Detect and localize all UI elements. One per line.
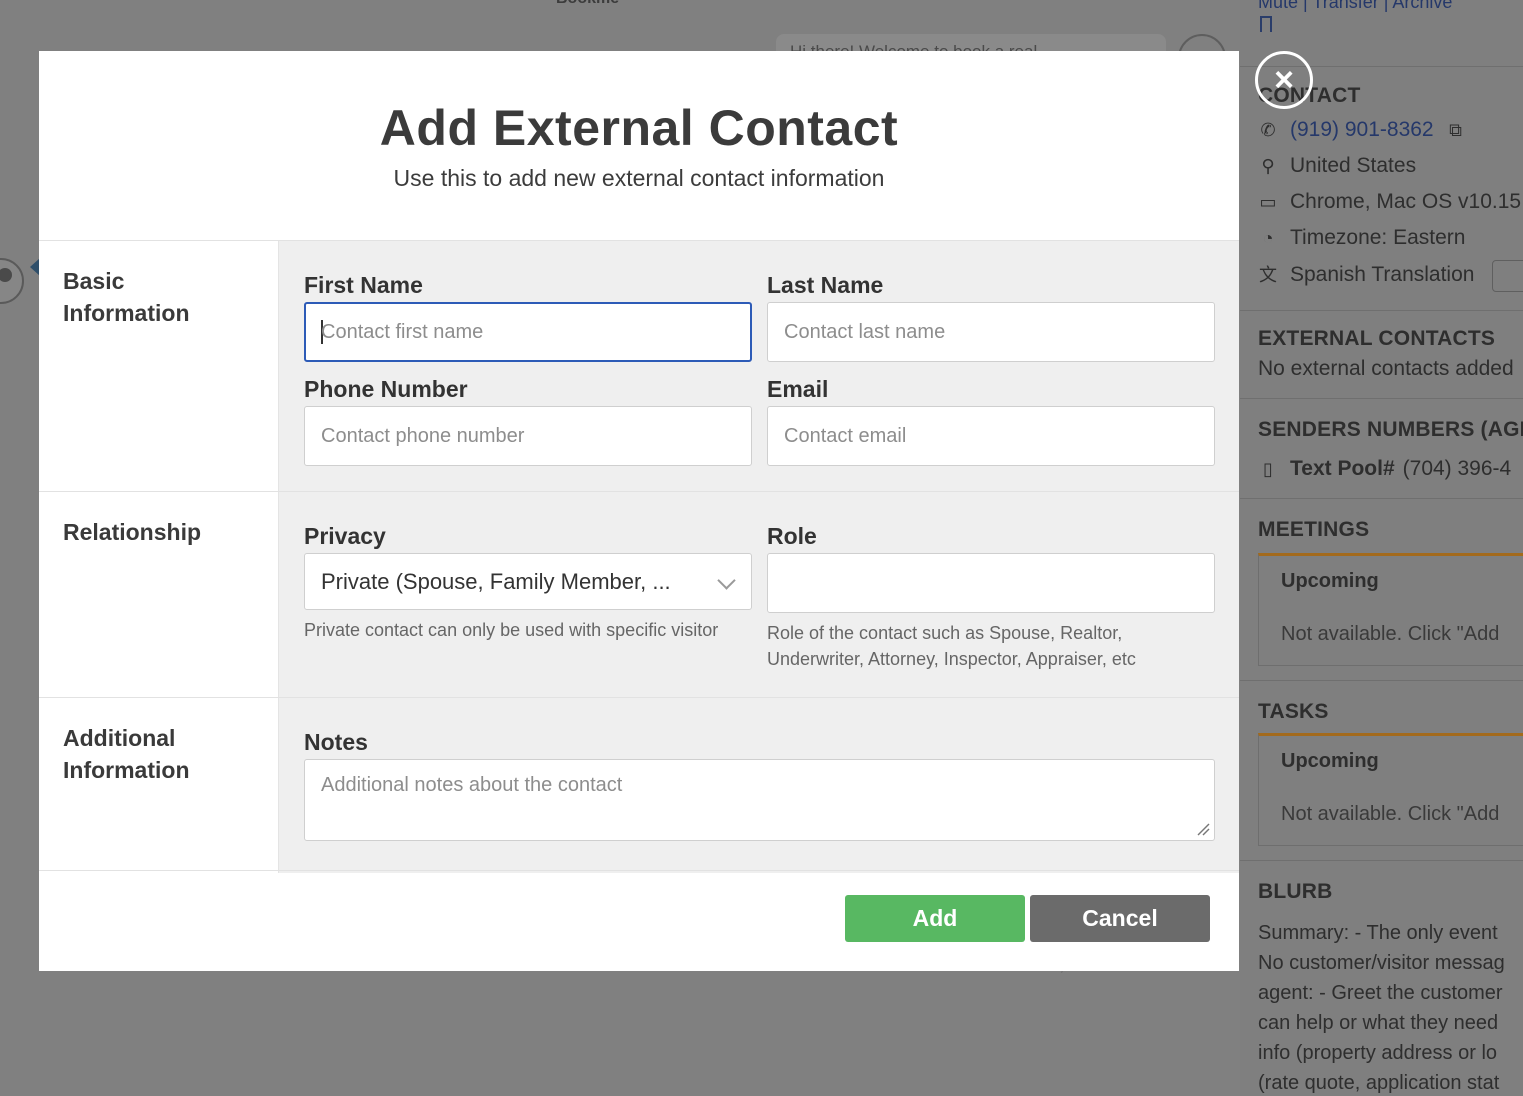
section-label-additional: Additional Information: [39, 698, 279, 873]
sidebar-action-links[interactable]: Mute | Transfer | Archive: [1258, 0, 1452, 13]
resize-handle-icon[interactable]: [1196, 822, 1210, 836]
contact-location: United States: [1290, 154, 1417, 177]
additional-information-fields: Notes Additional notes about the contact: [279, 698, 1239, 873]
translate-icon: 文: [1259, 265, 1277, 285]
first-name-input[interactable]: Contact first name: [304, 302, 752, 362]
contact-timezone: Timezone: Eastern: [1290, 226, 1466, 249]
contact-phone-row: ✆ (919) 901-8362 ⧉: [1258, 118, 1466, 142]
senders-number-row: ▯ Text Pool# (704) 396-4: [1258, 457, 1511, 481]
copy-icon[interactable]: ⧉: [1446, 120, 1466, 140]
blurb-line: info (property address or lo: [1258, 1042, 1498, 1064]
add-button[interactable]: Add: [845, 895, 1025, 942]
user-clock-icon: ◔: [1262, 228, 1274, 248]
chevron-down-icon: [717, 571, 736, 590]
location-pin-icon: ⚲: [1261, 156, 1275, 176]
section-label-relationship: Relationship: [39, 492, 279, 697]
email-label: Email: [767, 376, 829, 402]
external-contacts-text: No external contacts added: [1258, 357, 1514, 380]
meetings-card: Upcoming Not available. Click "Add: [1258, 553, 1523, 666]
divider: [1240, 498, 1523, 499]
email-placeholder: Contact email: [784, 424, 907, 447]
modal-header: Add External Contact Use this to add new…: [39, 51, 1239, 240]
divider: [1240, 398, 1523, 399]
senders-number-label: Text Pool#: [1290, 457, 1395, 480]
divider: [1240, 310, 1523, 311]
role-label: Role: [767, 523, 817, 549]
role-help-text: Role of the contact such as Spouse, Real…: [767, 623, 1136, 669]
last-name-input[interactable]: Contact last name: [767, 302, 1215, 362]
modal-subtitle: Use this to add new external contact inf…: [393, 165, 885, 191]
notes-textarea[interactable]: Additional notes about the contact: [304, 759, 1215, 841]
close-icon: ×: [1274, 61, 1294, 99]
relationship-fields: Privacy Private (Spouse, Family Member, …: [279, 492, 1239, 697]
senders-numbers-title: SENDERS NUMBERS (AGE: [1258, 418, 1523, 441]
blurb-line: (rate quote, application stat: [1258, 1072, 1500, 1094]
modal-footer: Add Cancel: [39, 870, 1239, 972]
tasks-upcoming-label: Upcoming: [1281, 750, 1379, 772]
blurb-text: Summary: - The only event No customer/vi…: [1258, 918, 1505, 1096]
blurb-line: can help or what they need: [1258, 1012, 1499, 1034]
basic-information-section: Basic Information First Name Contact fir…: [39, 240, 1239, 491]
privacy-selected-value: Private (Spouse, Family Member, ...: [321, 568, 671, 594]
phone-number-label: Phone Number: [304, 376, 468, 402]
additional-information-section: Additional Information Notes Additional …: [39, 697, 1239, 873]
meetings-title: MEETINGS: [1258, 518, 1370, 541]
external-contacts-empty: No external contacts added: [1258, 357, 1514, 381]
last-name-label: Last Name: [767, 272, 884, 298]
tasks-empty-text: Not available. Click "Add: [1281, 803, 1500, 825]
last-name-placeholder: Contact last name: [784, 320, 946, 343]
section-label-basic: Basic Information: [39, 241, 279, 491]
blurb-line: No customer/visitor messag: [1258, 952, 1505, 974]
contact-translation: Spanish Translation: [1290, 263, 1475, 286]
contact-location-row: ⚲ United States: [1258, 154, 1416, 178]
contact-sidebar: Mute | Transfer | Archive CONTACT ✆ (919…: [1240, 0, 1523, 1096]
meetings-upcoming-label: Upcoming: [1281, 570, 1379, 592]
blurb-line: agent: - Greet the customer: [1258, 982, 1503, 1004]
chat-top-label: Bookme: [556, 0, 619, 8]
senders-number-value: (704) 396-4: [1402, 457, 1512, 480]
visitor-avatar: [0, 258, 24, 304]
phone-number-input[interactable]: Contact phone number: [304, 406, 752, 466]
modal-title: Add External Contact: [379, 100, 899, 156]
blurb-title: BLURB: [1258, 880, 1333, 903]
basic-information-fields: First Name Contact first name Last Name …: [279, 241, 1239, 491]
phone-icon: ✆: [1260, 120, 1276, 140]
laptop-icon: ▭: [1259, 192, 1277, 212]
tasks-card: Upcoming Not available. Click "Add: [1258, 733, 1523, 846]
contact-timezone-row: ◔ Timezone: Eastern: [1258, 226, 1466, 250]
first-name-placeholder: Contact first name: [321, 320, 484, 343]
bookmark-icon[interactable]: [1260, 16, 1272, 32]
blurb-line: Summary: - The only event: [1258, 922, 1498, 944]
divider: [1240, 860, 1523, 861]
notes-placeholder: Additional notes about the contact: [321, 774, 623, 796]
first-name-label: First Name: [304, 272, 423, 298]
translation-toggle[interactable]: [1492, 260, 1523, 292]
external-contacts-title: EXTERNAL CONTACTS: [1258, 327, 1496, 350]
tasks-title: TASKS: [1258, 700, 1329, 723]
add-external-contact-modal: Add External Contact Use this to add new…: [39, 51, 1239, 971]
meetings-empty-text: Not available. Click "Add: [1281, 623, 1500, 645]
mobile-icon: ▯: [1263, 459, 1273, 479]
contact-browser: Chrome, Mac OS v10.15: [1290, 190, 1522, 213]
notes-label: Notes: [304, 729, 368, 755]
contact-browser-row: ▭ Chrome, Mac OS v10.15: [1258, 190, 1521, 214]
phone-number-placeholder: Contact phone number: [321, 424, 525, 447]
privacy-select[interactable]: Private (Spouse, Family Member, ...: [304, 553, 752, 610]
privacy-label: Privacy: [304, 523, 386, 549]
divider: [1240, 680, 1523, 681]
contact-phone-link[interactable]: (919) 901-8362: [1290, 118, 1434, 142]
close-modal-button[interactable]: ×: [1255, 51, 1313, 109]
email-input[interactable]: Contact email: [767, 406, 1215, 466]
privacy-help-text: Private contact can only be used with sp…: [304, 620, 719, 640]
role-input[interactable]: [767, 553, 1215, 613]
cancel-button[interactable]: Cancel: [1030, 895, 1210, 942]
contact-translation-row: 文 Spanish Translation: [1258, 263, 1474, 287]
relationship-section: Relationship Privacy Private (Spouse, Fa…: [39, 491, 1239, 697]
